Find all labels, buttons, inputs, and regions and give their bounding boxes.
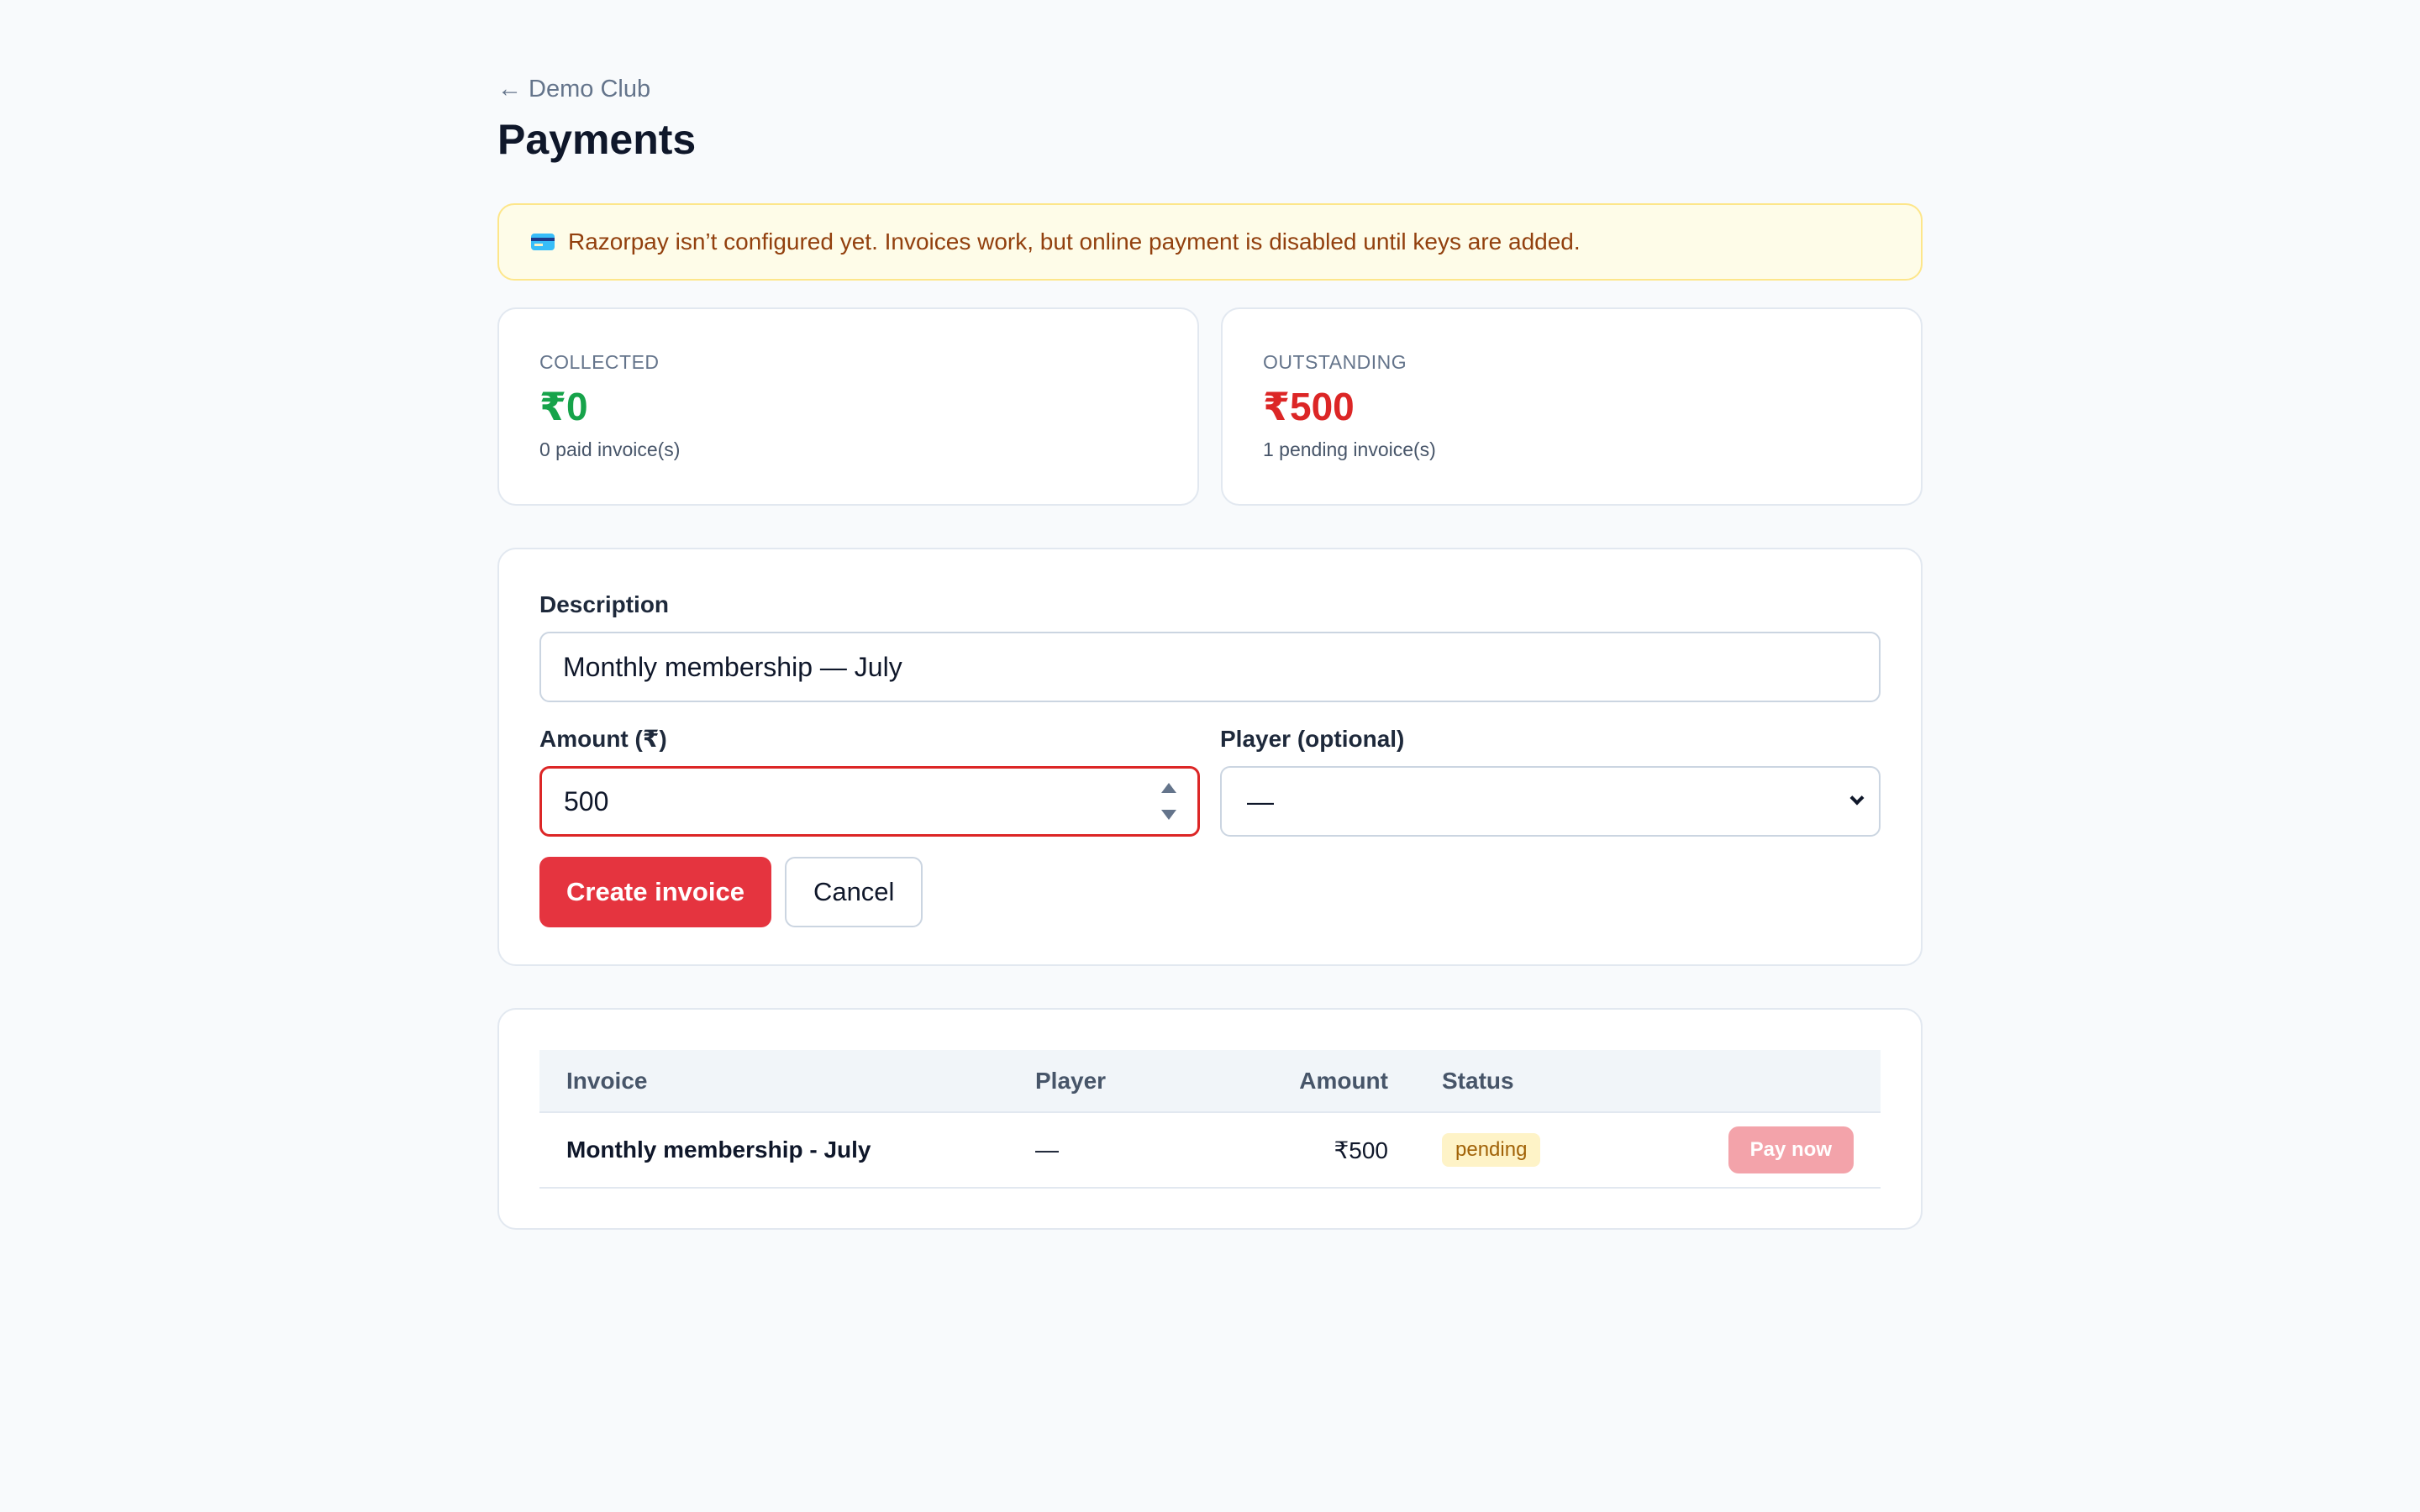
stats-row: COLLECTED ₹0 0 paid invoice(s) OUTSTANDI… bbox=[497, 307, 1923, 506]
amount-stepper[interactable] bbox=[1161, 783, 1176, 820]
alert-text: Razorpay isn’t configured yet. Invoices … bbox=[568, 228, 1581, 255]
amount-value: 500 bbox=[564, 785, 609, 816]
player-select-value: — bbox=[1247, 785, 1274, 816]
table-header-row: Invoice Player Amount Status bbox=[539, 1050, 1881, 1113]
header-player: Player bbox=[1035, 1050, 1220, 1113]
description-input[interactable] bbox=[539, 632, 1881, 702]
stepper-up-icon[interactable] bbox=[1161, 783, 1176, 793]
header-invoice: Invoice bbox=[539, 1050, 1035, 1113]
status-cell: pending bbox=[1388, 1112, 1640, 1189]
collected-card: COLLECTED ₹0 0 paid invoice(s) bbox=[497, 307, 1199, 506]
player-select[interactable]: — bbox=[1220, 766, 1881, 837]
razorpay-warning-alert: Razorpay isn’t configured yet. Invoices … bbox=[497, 203, 1923, 281]
page-title: Payments bbox=[497, 116, 697, 163]
back-to-club-link[interactable]: ← Demo Club bbox=[497, 72, 650, 106]
collected-label: COLLECTED bbox=[539, 351, 660, 373]
credit-card-icon bbox=[531, 234, 555, 250]
cancel-button[interactable]: Cancel bbox=[784, 857, 923, 927]
outstanding-label: OUTSTANDING bbox=[1263, 351, 1407, 373]
invoices-table: Invoice Player Amount Status Monthly mem… bbox=[539, 1050, 1881, 1189]
stepper-down-icon[interactable] bbox=[1161, 810, 1176, 820]
create-invoice-form: Description Amount (₹) 500 Player (optio… bbox=[497, 548, 1923, 966]
create-invoice-button[interactable]: Create invoice bbox=[539, 857, 771, 927]
outstanding-value: ₹500 bbox=[1263, 385, 1355, 428]
header-action bbox=[1640, 1050, 1881, 1113]
pay-now-button[interactable]: Pay now bbox=[1728, 1126, 1854, 1173]
header-status: Status bbox=[1388, 1050, 1640, 1113]
player-label: Player (optional) bbox=[1220, 726, 1405, 752]
invoices-table-card: Invoice Player Amount Status Monthly mem… bbox=[497, 1008, 1923, 1230]
status-badge: pending bbox=[1442, 1133, 1541, 1167]
amount-input[interactable]: 500 bbox=[539, 766, 1200, 837]
action-cell: Pay now bbox=[1640, 1112, 1881, 1189]
collected-sub: 0 paid invoice(s) bbox=[539, 438, 681, 460]
description-label: Description bbox=[539, 591, 670, 617]
header-amount: Amount bbox=[1220, 1050, 1388, 1113]
chevron-down-icon bbox=[1849, 790, 1865, 806]
collected-value: ₹0 bbox=[539, 385, 588, 428]
amount-cell: ₹500 bbox=[1220, 1112, 1388, 1189]
player-cell: — bbox=[1035, 1112, 1220, 1189]
table-row: Monthly membership - July — ₹500 pending… bbox=[539, 1112, 1881, 1189]
outstanding-sub: 1 pending invoice(s) bbox=[1263, 438, 1436, 460]
invoice-cell: Monthly membership - July bbox=[539, 1112, 1035, 1189]
amount-label: Amount (₹) bbox=[539, 726, 667, 752]
payments-page: ← Demo Club Payments Razorpay isn’t conf… bbox=[497, 72, 1923, 1230]
outstanding-card: OUTSTANDING ₹500 1 pending invoice(s) bbox=[1221, 307, 1923, 506]
